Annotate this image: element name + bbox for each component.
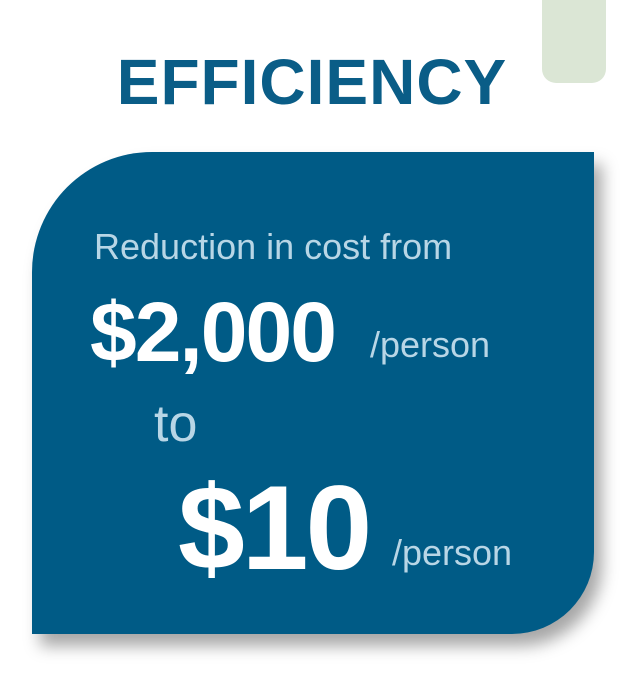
from-price: $2,000: [90, 285, 337, 379]
connector-text: to: [154, 395, 198, 453]
cost-card: Reduction in cost from $2,000 /person to…: [32, 152, 594, 634]
page-title: EFFICIENCY: [116, 46, 508, 118]
to-unit: /person: [392, 532, 513, 573]
to-price: $10: [178, 461, 372, 595]
intro-text: Reduction in cost from: [94, 226, 453, 267]
from-unit: /person: [370, 324, 491, 365]
